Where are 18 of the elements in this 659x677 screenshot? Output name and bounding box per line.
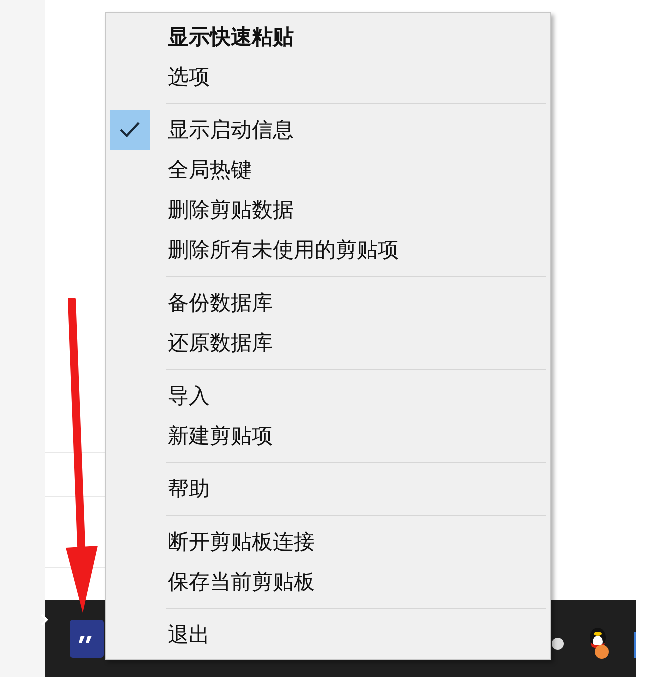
menu-item[interactable]: 导入 — [106, 376, 550, 416]
menu-item[interactable]: 保存当前剪贴板 — [106, 562, 550, 602]
menu-item[interactable]: 显示快速粘贴 — [106, 17, 550, 57]
menu-item[interactable]: 备份数据库 — [106, 283, 550, 323]
menu-item[interactable]: 选项 — [106, 57, 550, 97]
menu-item[interactable]: 显示启动信息 — [106, 110, 550, 150]
cloud-icon[interactable] — [551, 636, 565, 650]
menu-item[interactable]: 新建剪贴项 — [106, 416, 550, 456]
chevron-icon[interactable] — [41, 614, 49, 626]
menu-item[interactable]: 删除剪贴数据 — [106, 190, 550, 230]
menu-item[interactable]: 删除所有未使用的剪贴项 — [106, 230, 550, 270]
checkmark-icon — [110, 110, 150, 150]
menu-item[interactable]: 退出 — [106, 615, 550, 655]
menu-item[interactable]: 还原数据库 — [106, 323, 550, 363]
quote-icon[interactable] — [70, 620, 104, 658]
menu-item[interactable]: 全局热键 — [106, 150, 550, 190]
menu-item[interactable]: 断开剪贴板连接 — [106, 522, 550, 562]
menu-item[interactable]: 帮助 — [106, 469, 550, 509]
